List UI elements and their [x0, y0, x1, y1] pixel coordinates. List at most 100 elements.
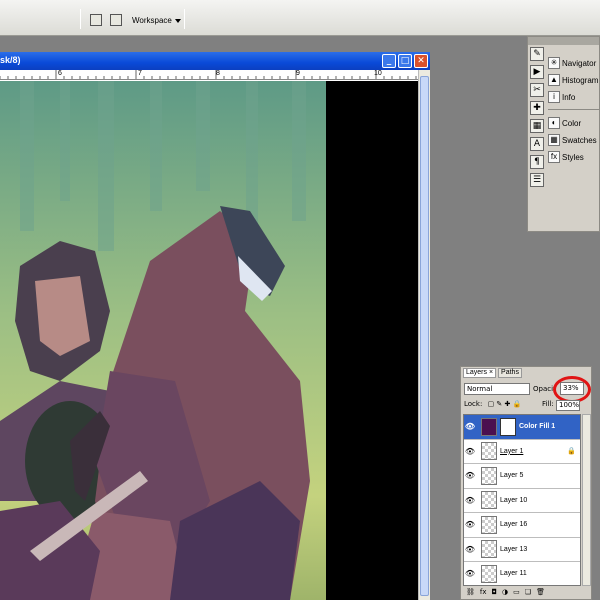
- blend-mode-select[interactable]: Normal: [464, 383, 530, 395]
- vertical-scrollbar[interactable]: [418, 70, 430, 600]
- lock-move-icon[interactable]: ✚: [505, 400, 511, 408]
- panel-item-color[interactable]: ◐ Color: [548, 115, 600, 131]
- ruler-label: 7: [138, 70, 142, 77]
- info-icon: i: [548, 91, 560, 103]
- character-icon[interactable]: A: [530, 137, 544, 151]
- panel-item-styles[interactable]: fx Styles: [548, 149, 600, 165]
- horizontal-ruler: 6 7 8 9 10: [0, 70, 418, 80]
- scrollbar-thumb[interactable]: [420, 76, 429, 596]
- layer-thumbnail: [481, 466, 497, 485]
- layers-panel: Layers × Paths Normal Opacit 33% Lock: ▢…: [460, 366, 592, 600]
- chevron-down-icon: [174, 18, 181, 23]
- layer-thumbnail: [481, 491, 497, 510]
- histogram-icon: ▲: [548, 74, 560, 86]
- new-group-icon[interactable]: ▭: [513, 588, 520, 599]
- panel-item-label: Info: [562, 92, 576, 102]
- layer-name: Layer 11: [500, 570, 527, 578]
- panel-item-navigator[interactable]: ✳ Navigator: [548, 55, 600, 71]
- panel-item-label: Navigator: [562, 58, 597, 68]
- layer-list: 👁 Color Fill 1 👁 Layer 1 🔒 👁 Layer 5 👁 L…: [463, 414, 581, 586]
- tab-paths[interactable]: Paths: [498, 368, 522, 378]
- tool-presets-icon[interactable]: ✂: [530, 83, 544, 97]
- layer-thumbnail: [481, 515, 497, 534]
- panel-item-label: Color: [562, 118, 582, 128]
- lock-brush-icon[interactable]: ✎: [496, 400, 502, 408]
- layer-row[interactable]: 👁 Color Fill 1: [464, 415, 580, 440]
- mask-thumbnail[interactable]: [500, 417, 516, 436]
- layer-name: Layer 16: [500, 521, 528, 529]
- document-title-bar[interactable]: sk/8) _ □ ✕: [0, 52, 430, 70]
- layer-name: Color Fill 1: [519, 423, 556, 431]
- lock-transparency-icon[interactable]: ▢: [488, 400, 495, 408]
- new-layer-icon[interactable]: ❏: [525, 588, 531, 599]
- panel-item-label: Swatches: [562, 135, 597, 145]
- layer-name: Layer 10: [500, 496, 528, 504]
- highlight-circle-annotation: [553, 376, 591, 403]
- eye-icon[interactable]: 👁: [464, 520, 476, 529]
- panel-icon-column: ✎ ▶ ✂ ✚ ▦ A ¶ ☰: [530, 47, 546, 191]
- eye-icon[interactable]: 👁: [464, 447, 476, 456]
- lock-icon: 🔒: [567, 448, 576, 456]
- document-canvas[interactable]: [0, 81, 418, 600]
- fill-input[interactable]: 100%: [556, 400, 580, 411]
- document-icon[interactable]: [90, 14, 102, 26]
- document-title: sk/8): [0, 55, 21, 65]
- navigator-icon: ✳: [548, 57, 560, 69]
- document-window: sk/8) _ □ ✕ 6 7 8 9 10: [0, 52, 430, 600]
- workspace-menu[interactable]: Workspace: [132, 16, 181, 25]
- layer-row[interactable]: 👁 Layer 5: [464, 464, 580, 489]
- layer-row[interactable]: 👁 Layer 13: [464, 538, 580, 562]
- ruler-ticks: [0, 70, 417, 79]
- layer-thumbnail: [481, 564, 497, 583]
- fill-label: Fill:: [542, 400, 554, 408]
- color-icon: ◐: [548, 117, 560, 129]
- add-mask-icon[interactable]: ◘: [492, 588, 498, 599]
- ruler-label: 8: [216, 70, 220, 77]
- clone-source-icon[interactable]: ✚: [530, 101, 544, 115]
- brush-icon[interactable]: ✎: [530, 47, 544, 61]
- ruler-label: 9: [296, 70, 300, 77]
- panel-item-swatches[interactable]: ▦ Swatches: [548, 132, 600, 148]
- layer-row[interactable]: 👁 Layer 1 🔒: [464, 440, 580, 464]
- panel-item-label: Histogram: [562, 75, 599, 85]
- close-button[interactable]: ✕: [414, 54, 428, 68]
- layer-row[interactable]: 👁 Layer 11: [464, 562, 580, 585]
- eye-icon[interactable]: 👁: [464, 496, 476, 505]
- tool-preset-icon[interactable]: [110, 14, 122, 26]
- paragraph-icon[interactable]: ¶: [530, 155, 544, 169]
- styles-icon: fx: [548, 151, 560, 163]
- link-layers-icon[interactable]: ⛓: [466, 588, 475, 599]
- tab-layers[interactable]: Layers ×: [463, 368, 497, 378]
- notes-icon[interactable]: ☰: [530, 173, 544, 187]
- panel-divider: [548, 109, 600, 110]
- layer-row[interactable]: 👁 Layer 10: [464, 489, 580, 513]
- maximize-button[interactable]: □: [398, 54, 412, 68]
- adjustment-layer-icon[interactable]: ◑: [502, 588, 508, 599]
- layer-row[interactable]: 👁 Layer 16: [464, 513, 580, 538]
- ruler-label: 6: [58, 70, 62, 77]
- layer-thumbnail: [481, 540, 497, 559]
- eye-icon[interactable]: 👁: [464, 471, 476, 480]
- workspace-label: Workspace: [132, 16, 172, 25]
- lock-all-icon[interactable]: 🔒: [513, 400, 522, 408]
- toolbar-separator: [184, 9, 185, 29]
- swatches-icon: ▦: [548, 134, 560, 146]
- delete-layer-icon[interactable]: 🗑: [536, 588, 545, 599]
- eye-icon[interactable]: 👁: [464, 545, 476, 554]
- layer-list-scrollbar[interactable]: [582, 414, 591, 586]
- panel-item-label: Styles: [562, 152, 584, 162]
- layer-thumbnail: [481, 442, 497, 461]
- actions-icon[interactable]: ▶: [530, 65, 544, 79]
- options-bar: Workspace: [0, 0, 600, 36]
- minimize-button[interactable]: _: [382, 54, 396, 68]
- eye-icon[interactable]: 👁: [464, 569, 476, 578]
- lock-label: Lock:: [464, 400, 483, 408]
- layer-name: Layer 1: [500, 447, 524, 455]
- panel-dock: ✎ ▶ ✂ ✚ ▦ A ¶ ☰ ✳ Navigator ▲ Histogram …: [527, 36, 600, 232]
- panel-item-histogram[interactable]: ▲ Histogram: [548, 72, 600, 88]
- layer-comps-icon[interactable]: ▦: [530, 119, 544, 133]
- panel-dock-header[interactable]: [528, 37, 599, 45]
- panel-item-info[interactable]: i Info: [548, 89, 600, 105]
- layer-style-icon[interactable]: fx: [480, 588, 487, 599]
- eye-icon[interactable]: 👁: [464, 422, 476, 431]
